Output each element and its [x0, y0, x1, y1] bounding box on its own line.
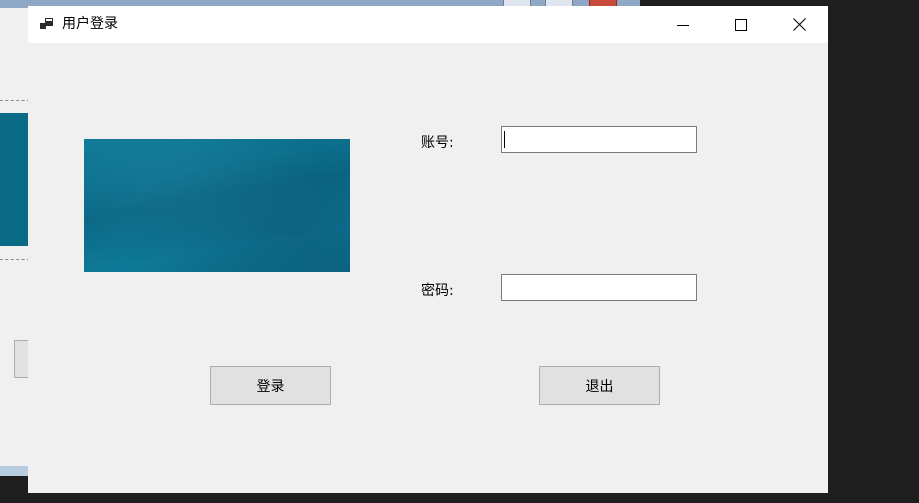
login-dialog: 用户登录 账号: 密码: 登录 退出 [28, 6, 828, 493]
maximize-icon [735, 18, 747, 31]
maximize-button[interactable] [712, 6, 770, 43]
minimize-icon [677, 24, 689, 26]
logo-picture [84, 139, 350, 272]
background-divider [0, 259, 30, 260]
minimize-button[interactable] [654, 6, 712, 43]
app-window-icon [40, 18, 53, 29]
title-bar[interactable]: 用户登录 [28, 6, 828, 43]
close-icon [792, 18, 806, 31]
background-window-edge [0, 466, 30, 476]
background-divider [0, 100, 30, 101]
password-label: 密码: [421, 283, 454, 299]
form-body: 账号: 密码: 登录 退出 [28, 43, 828, 493]
password-input[interactable] [501, 274, 697, 301]
window-title: 用户登录 [62, 16, 118, 32]
background-button[interactable] [14, 340, 28, 378]
exit-button[interactable]: 退出 [539, 366, 660, 405]
text-caret [504, 131, 505, 148]
login-button[interactable]: 登录 [210, 366, 331, 405]
close-button[interactable] [770, 6, 828, 43]
account-label: 账号: [421, 135, 454, 151]
account-input[interactable] [501, 126, 697, 153]
background-picture [0, 113, 30, 246]
